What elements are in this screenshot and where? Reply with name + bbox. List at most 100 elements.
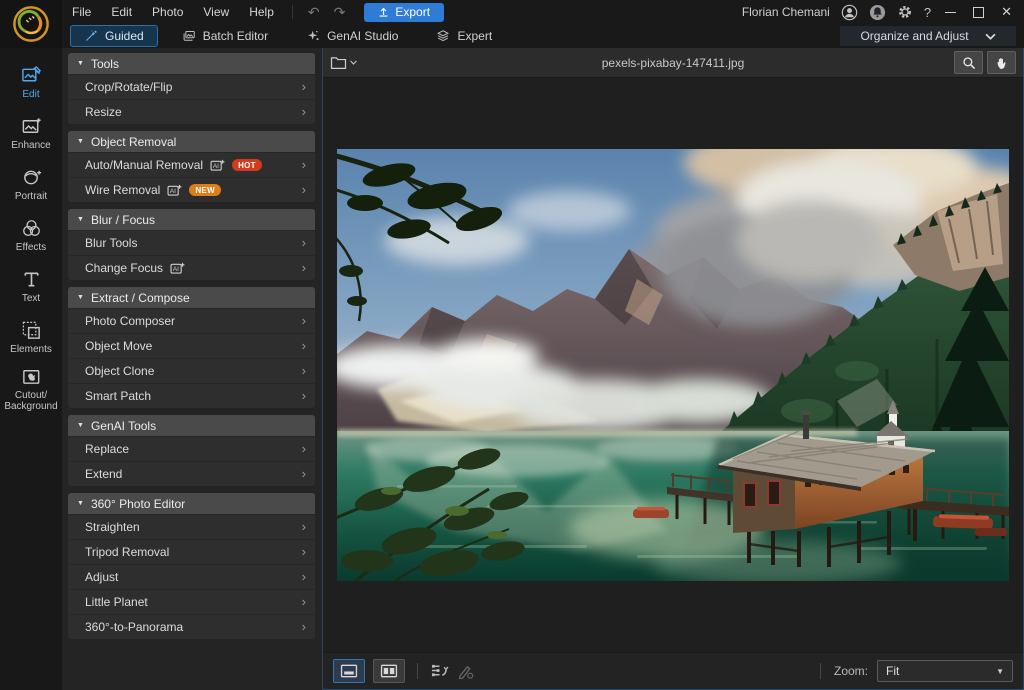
titlebar-right: Florian Chemani ? ✕ — [742, 4, 1024, 21]
organize-and-adjust-dropdown[interactable]: Organize and Adjust — [840, 26, 1016, 46]
tool-item-wire-removal[interactable]: Wire RemovalAINEW› — [68, 177, 315, 202]
photo-image[interactable] — [337, 149, 1009, 581]
menu-photo[interactable]: Photo — [142, 5, 193, 19]
tab-genai-studio[interactable]: GenAI Studio — [292, 25, 412, 47]
export-button[interactable]: Export — [364, 3, 444, 22]
zoom-label: Zoom: — [834, 664, 868, 678]
tool-item-label: Little Planet — [85, 595, 148, 609]
sidebar-item-enhance[interactable]: Enhance — [0, 108, 62, 159]
section-header-tools[interactable]: ▼Tools — [68, 53, 315, 74]
tool-item-smart-patch[interactable]: Smart Patch› — [68, 383, 315, 408]
photodirector-window: FileEditPhotoViewHelp ↶ ↷ Export Florian… — [0, 0, 1024, 690]
section-title: 360° Photo Editor — [91, 497, 185, 511]
section-header-object-removal[interactable]: ▼Object Removal — [68, 131, 315, 152]
tool-item-label: Photo Composer — [85, 314, 175, 328]
tool-item-crop-rotate-flip[interactable]: Crop/Rotate/Flip› — [68, 74, 315, 99]
undo-icon[interactable]: ↶ — [301, 5, 327, 19]
help-icon[interactable]: ? — [924, 5, 931, 20]
tab-label: Expert — [457, 29, 492, 43]
section-360-photo-editor: ▼ 360° Photo Editor Straighten › Tripod Remo… — [68, 493, 315, 639]
tool-item-label: 360°-to-Panorama — [85, 620, 183, 634]
redo-icon[interactable]: ↷ — [327, 5, 353, 19]
tool-item-resize[interactable]: Resize› — [68, 99, 315, 124]
tool-item-tripod-removal[interactable]: Tripod Removal› — [68, 539, 315, 564]
section-header-genai-tools[interactable]: ▼GenAI Tools — [68, 415, 315, 436]
tab-batch-editor[interactable]: Batch Editor — [168, 25, 282, 47]
tool-item-label: Resize — [85, 105, 122, 119]
menu-bar: FileEditPhotoViewHelp — [62, 5, 284, 19]
compare-view-icon — [380, 664, 398, 678]
tool-item-object-move[interactable]: Object Move› — [68, 333, 315, 358]
sidebar-item-label: Edit — [22, 89, 39, 100]
single-view-button[interactable] — [333, 659, 365, 683]
tool-item-straighten[interactable]: Straighten › — [68, 514, 315, 539]
pan-tool-button[interactable] — [987, 51, 1016, 74]
notifications-icon[interactable] — [869, 4, 886, 21]
tool-item-auto-manual-removal[interactable]: Auto/Manual RemovalAIHOT› — [68, 152, 315, 177]
tool-item-replace[interactable]: Replace› — [68, 436, 315, 461]
menu-file[interactable]: File — [62, 5, 101, 19]
tool-item-label: Replace — [85, 442, 129, 456]
tab-label: GenAI Studio — [327, 29, 398, 43]
sidebar-item-effects[interactable]: Effects — [0, 210, 62, 261]
sidebar-item-cutout[interactable]: Cutout/ Background — [0, 363, 62, 414]
sidebar-item-label: Text — [22, 293, 40, 304]
tool-item-label: Object Move — [85, 339, 152, 353]
collapse-triangle-icon: ▼ — [77, 500, 84, 507]
tool-item-photo-composer[interactable]: Photo Composer › — [68, 308, 315, 333]
section-header-blur-focus[interactable]: ▼ Blur / Focus — [68, 209, 315, 230]
section-title: Blur / Focus — [91, 213, 155, 227]
app-logo[interactable] — [0, 0, 62, 48]
collapse-triangle-icon: ▼ — [77, 216, 84, 223]
ai-plus-icon: AI — [167, 184, 182, 196]
module-sidebar: Edit Enhance Portrait Effects Text ElementsCu… — [0, 48, 62, 690]
section-header-extract-compose[interactable]: ▼Extract / Compose — [68, 287, 315, 308]
menu-help[interactable]: Help — [239, 5, 284, 19]
text-icon — [21, 269, 42, 290]
menu-edit[interactable]: Edit — [101, 5, 142, 19]
tool-item-label: Smart Patch — [85, 389, 151, 403]
menu-view[interactable]: View — [193, 5, 239, 19]
tab-label: Batch Editor — [203, 29, 268, 43]
browse-folder-button[interactable] — [330, 56, 357, 70]
tool-item-label: Blur Tools — [85, 236, 137, 250]
sidebar-item-edit[interactable]: Edit — [0, 57, 62, 108]
mode-tabbar: Guided Batch Editor GenAI Studio Expert Org… — [62, 24, 1024, 49]
chevron-right-icon: › — [302, 521, 306, 533]
viewer-panel: pexels-pixabay-147411.jpg — [322, 48, 1024, 690]
tool-item-label: Change Focus — [85, 261, 163, 275]
chevron-right-icon: › — [302, 468, 306, 480]
viewer-header-tools — [954, 51, 1016, 74]
chevron-right-icon: › — [302, 315, 306, 327]
sidebar-item-elements[interactable]: Elements — [0, 312, 62, 363]
settings-gear-icon[interactable] — [897, 4, 913, 20]
adjustment-history-button[interactable] — [430, 663, 449, 679]
elements-icon — [21, 320, 42, 341]
sidebar-item-text[interactable]: Text — [0, 261, 62, 312]
section-header-360-photo-editor[interactable]: ▼ 360° Photo Editor — [68, 493, 315, 514]
tool-item-little-planet[interactable]: Little Planet› — [68, 589, 315, 614]
sidebar-item-portrait[interactable]: Portrait — [0, 159, 62, 210]
tool-item-360-to-panorama[interactable]: 360°-to-Panorama› — [68, 614, 315, 639]
minimize-icon[interactable] — [945, 12, 956, 13]
tool-item-adjust[interactable]: Adjust› — [68, 564, 315, 589]
organize-label: Organize and Adjust — [860, 29, 968, 43]
close-icon[interactable]: ✕ — [998, 4, 1015, 20]
tool-item-change-focus[interactable]: Change FocusAI› — [68, 255, 315, 280]
maximize-icon[interactable] — [973, 7, 984, 18]
tab-expert[interactable]: Expert — [422, 25, 506, 47]
zoom-tool-button[interactable] — [954, 51, 983, 74]
badge-new: NEW — [189, 184, 221, 196]
tool-item-label: Straighten — [85, 520, 140, 534]
account-icon[interactable] — [841, 4, 858, 21]
zoom-level-dropdown[interactable]: Fit ▼ — [877, 660, 1013, 682]
zoom-controls: Zoom: Fit ▼ — [816, 660, 1013, 682]
tool-item-extend[interactable]: Extend› — [68, 461, 315, 486]
sidebar-item-label: Portrait — [15, 191, 47, 202]
tab-guided[interactable]: Guided — [70, 25, 158, 47]
tool-item-blur-tools[interactable]: Blur Tools› — [68, 230, 315, 255]
tool-item-object-clone[interactable]: Object Clone› — [68, 358, 315, 383]
edit-adjustments-button[interactable] — [457, 664, 474, 679]
compare-view-button[interactable] — [373, 659, 405, 683]
editing-canvas[interactable] — [323, 78, 1023, 652]
